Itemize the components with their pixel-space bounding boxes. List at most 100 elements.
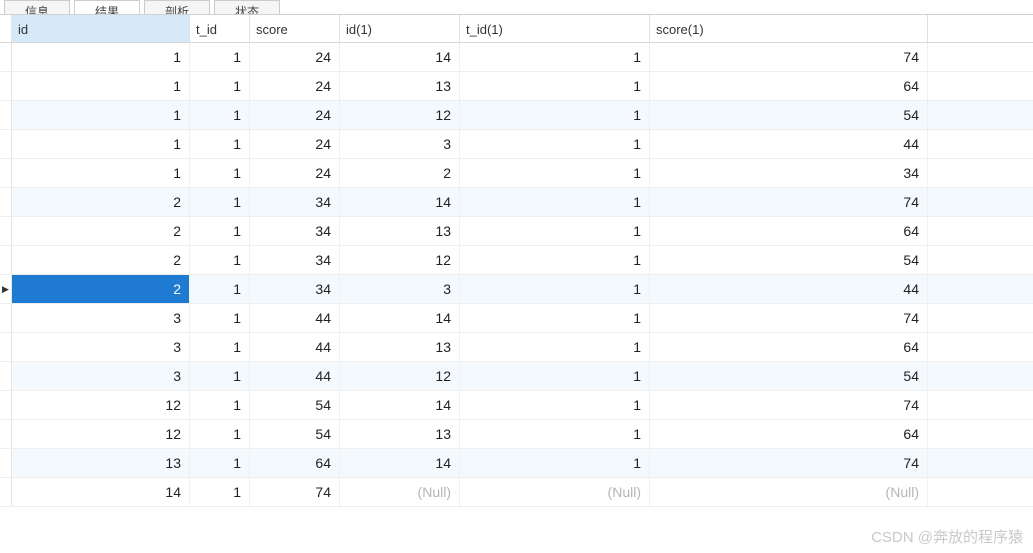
cell-id[interactable]: 1 — [12, 101, 190, 129]
cell-score1[interactable]: 54 — [650, 362, 928, 390]
cell-id1[interactable]: 13 — [340, 333, 460, 361]
cell-t_id1[interactable]: 1 — [460, 304, 650, 332]
cell-score[interactable]: 44 — [250, 304, 340, 332]
column-header-t_id1[interactable]: t_id(1) — [460, 15, 650, 42]
cell-id[interactable]: 1 — [12, 130, 190, 158]
cell-t_id[interactable]: 1 — [190, 43, 250, 71]
cell-score[interactable]: 44 — [250, 362, 340, 390]
cell-t_id[interactable]: 1 — [190, 246, 250, 274]
cell-score1[interactable]: 64 — [650, 72, 928, 100]
cell-t_id1[interactable]: 1 — [460, 43, 650, 71]
cell-id[interactable]: 3 — [12, 362, 190, 390]
table-row[interactable]: 1215414174 — [0, 391, 1033, 420]
cell-id[interactable]: 1 — [12, 72, 190, 100]
cell-id[interactable]: 12 — [12, 391, 190, 419]
table-row[interactable]: 11242134 — [0, 159, 1033, 188]
cell-t_id[interactable]: 1 — [190, 304, 250, 332]
cell-t_id[interactable]: 1 — [190, 275, 250, 303]
row-gutter[interactable] — [0, 159, 12, 187]
cell-id1[interactable]: 14 — [340, 449, 460, 477]
cell-t_id[interactable]: 1 — [190, 420, 250, 448]
cell-score1[interactable]: 44 — [650, 130, 928, 158]
cell-score[interactable]: 44 — [250, 333, 340, 361]
cell-t_id[interactable]: 1 — [190, 333, 250, 361]
cell-id1[interactable]: 3 — [340, 275, 460, 303]
cell-score1[interactable]: 74 — [650, 188, 928, 216]
table-row[interactable]: 14174(Null)(Null)(Null) — [0, 478, 1033, 507]
cell-score[interactable]: 34 — [250, 275, 340, 303]
table-row[interactable]: 1215413164 — [0, 420, 1033, 449]
column-header-id1[interactable]: id(1) — [340, 15, 460, 42]
cell-score1[interactable]: 54 — [650, 246, 928, 274]
table-row[interactable]: 314413164 — [0, 333, 1033, 362]
cell-id1[interactable]: 13 — [340, 217, 460, 245]
cell-score[interactable]: 54 — [250, 420, 340, 448]
cell-id[interactable]: 3 — [12, 333, 190, 361]
cell-id[interactable]: 2 — [12, 275, 190, 303]
row-gutter[interactable] — [0, 420, 12, 448]
table-row[interactable]: 1316414174 — [0, 449, 1033, 478]
cell-t_id[interactable]: 1 — [190, 101, 250, 129]
cell-score1[interactable]: 74 — [650, 43, 928, 71]
table-row[interactable]: 314414174 — [0, 304, 1033, 333]
row-gutter[interactable] — [0, 449, 12, 477]
cell-id1[interactable]: 3 — [340, 130, 460, 158]
column-header-t_id[interactable]: t_id — [190, 15, 250, 42]
cell-score1[interactable]: (Null) — [650, 478, 928, 506]
cell-id[interactable]: 2 — [12, 188, 190, 216]
cell-score[interactable]: 64 — [250, 449, 340, 477]
tab-2[interactable]: 剖析 — [144, 0, 210, 14]
cell-score1[interactable]: 64 — [650, 333, 928, 361]
tab-0[interactable]: 信息 — [4, 0, 70, 14]
cell-id1[interactable]: 13 — [340, 72, 460, 100]
column-header-score[interactable]: score — [250, 15, 340, 42]
cell-score1[interactable]: 64 — [650, 217, 928, 245]
cell-id1[interactable]: 12 — [340, 246, 460, 274]
row-gutter[interactable] — [0, 275, 12, 303]
cell-score1[interactable]: 44 — [650, 275, 928, 303]
row-gutter[interactable] — [0, 217, 12, 245]
cell-t_id[interactable]: 1 — [190, 217, 250, 245]
cell-t_id1[interactable]: 1 — [460, 159, 650, 187]
row-gutter[interactable] — [0, 246, 12, 274]
row-gutter[interactable] — [0, 101, 12, 129]
cell-t_id1[interactable]: 1 — [460, 101, 650, 129]
tab-1[interactable]: 结果 — [74, 0, 140, 14]
cell-score1[interactable]: 74 — [650, 304, 928, 332]
cell-id[interactable]: 14 — [12, 478, 190, 506]
cell-id[interactable]: 2 — [12, 217, 190, 245]
cell-id[interactable]: 2 — [12, 246, 190, 274]
cell-score[interactable]: 24 — [250, 72, 340, 100]
cell-id1[interactable]: 13 — [340, 420, 460, 448]
cell-id[interactable]: 3 — [12, 304, 190, 332]
cell-score1[interactable]: 74 — [650, 449, 928, 477]
row-gutter[interactable] — [0, 391, 12, 419]
cell-score[interactable]: 74 — [250, 478, 340, 506]
column-header-score1[interactable]: score(1) — [650, 15, 928, 42]
cell-id[interactable]: 12 — [12, 420, 190, 448]
cell-t_id[interactable]: 1 — [190, 391, 250, 419]
cell-t_id1[interactable]: 1 — [460, 130, 650, 158]
cell-t_id1[interactable]: 1 — [460, 275, 650, 303]
cell-id1[interactable]: 14 — [340, 188, 460, 216]
cell-t_id[interactable]: 1 — [190, 188, 250, 216]
row-gutter[interactable] — [0, 478, 12, 506]
cell-score1[interactable]: 64 — [650, 420, 928, 448]
cell-t_id[interactable]: 1 — [190, 159, 250, 187]
row-gutter[interactable] — [0, 362, 12, 390]
cell-t_id[interactable]: 1 — [190, 362, 250, 390]
cell-score[interactable]: 34 — [250, 217, 340, 245]
cell-id[interactable]: 1 — [12, 43, 190, 71]
cell-id[interactable]: 13 — [12, 449, 190, 477]
cell-t_id1[interactable]: 1 — [460, 362, 650, 390]
table-row[interactable]: 213412154 — [0, 246, 1033, 275]
cell-t_id[interactable]: 1 — [190, 449, 250, 477]
cell-t_id1[interactable]: 1 — [460, 391, 650, 419]
cell-t_id1[interactable]: 1 — [460, 217, 650, 245]
table-row[interactable]: 314412154 — [0, 362, 1033, 391]
table-row[interactable]: 213414174 — [0, 188, 1033, 217]
tab-3[interactable]: 状态 — [214, 0, 280, 14]
cell-score1[interactable]: 34 — [650, 159, 928, 187]
cell-score[interactable]: 34 — [250, 188, 340, 216]
cell-t_id1[interactable]: 1 — [460, 333, 650, 361]
